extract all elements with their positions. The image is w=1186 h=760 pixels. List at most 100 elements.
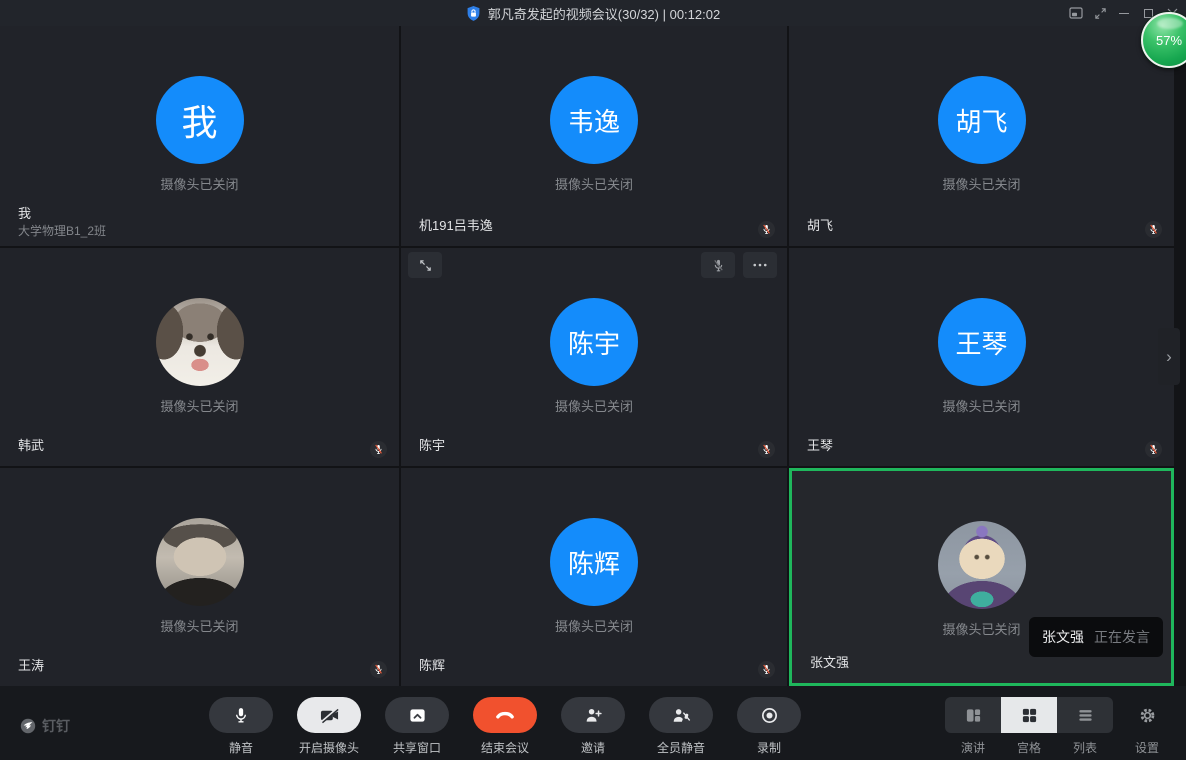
participant-name: 陈辉 — [419, 658, 445, 673]
toolbar-button-label: 共享窗口 — [393, 739, 441, 756]
nameplate: 韩武 — [18, 438, 44, 453]
participant-name: 胡飞 — [807, 218, 833, 233]
participant-name: 我 — [18, 206, 106, 221]
speaking-name: 张文强 — [1042, 627, 1084, 647]
camera-off-text: 摄像头已关闭 — [401, 616, 787, 635]
nameplate: 王琴 — [807, 438, 833, 453]
camera-off-text: 摄像头已关闭 — [0, 174, 399, 193]
participant-tile[interactable]: 摄像头已关闭 张文强 张文强正在发言 — [789, 468, 1174, 686]
camera-off-text: 摄像头已关闭 — [789, 396, 1174, 415]
mic-muted-badge — [1145, 441, 1162, 458]
participant-grid: 我 摄像头已关闭 我 大学物理B1_2班 韦逸 摄像头已关闭 机191吕韦逸 胡… — [0, 26, 1174, 686]
nameplate: 机191吕韦逸 — [419, 218, 493, 233]
avatar-initials: 胡飞 — [955, 102, 1007, 139]
nameplate: 我 大学物理B1_2班 — [18, 206, 106, 238]
pip-window-icon[interactable] — [1064, 0, 1088, 26]
mute-button[interactable]: 静音 — [209, 697, 273, 756]
participant-name: 陈宇 — [419, 438, 445, 453]
toolbar: 钉钉 静音 开启摄像头 共享窗口 结束会议邀请 全员静音 录制 演讲 宫格列表 设置 — [0, 686, 1186, 760]
camera-on-button[interactable]: 开启摄像头 — [297, 697, 361, 756]
mic-muted-badge — [758, 441, 775, 458]
brand-name: 钉钉 — [42, 716, 70, 736]
view-speaker-tab[interactable]: 演讲 — [945, 697, 1001, 756]
avatar — [938, 521, 1026, 609]
nameplate: 陈辉 — [419, 658, 445, 673]
gear-icon — [1139, 697, 1156, 733]
brand: 钉钉 — [20, 716, 70, 736]
participant-tile[interactable]: 摄像头已关闭 韩武 — [0, 248, 399, 466]
nameplate: 张文强 — [810, 655, 849, 670]
record-button[interactable]: 录制 — [737, 697, 801, 756]
mic-muted-icon — [711, 258, 726, 273]
settings-label: 设置 — [1135, 739, 1159, 756]
tile-more-button[interactable] — [743, 252, 777, 278]
camera-off-text: 摄像头已关闭 — [0, 616, 399, 635]
mic-muted-badge — [370, 441, 387, 458]
side-panel-toggle[interactable]: › — [1158, 328, 1180, 385]
mic-muted-badge — [758, 661, 775, 678]
list-view-icon — [1057, 697, 1113, 733]
participant-name: 张文强 — [810, 655, 849, 670]
speaking-tooltip: 张文强正在发言 — [1029, 617, 1163, 657]
nameplate: 王涛 — [18, 658, 44, 673]
participant-tile[interactable]: 我 摄像头已关闭 我 大学物理B1_2班 — [0, 26, 399, 246]
network-quality-value: 57% — [1156, 33, 1182, 48]
view-list-tab[interactable]: 列表 — [1057, 697, 1113, 756]
view-switcher-label: 演讲 — [961, 739, 985, 756]
mic-muted-icon — [760, 443, 773, 456]
toolbar-button-label: 邀请 — [581, 739, 605, 756]
mic-muted-badge — [1145, 221, 1162, 238]
participant-tile[interactable]: 胡飞 摄像头已关闭 胡飞 — [789, 26, 1174, 246]
camera-off-text: 摄像头已关闭 — [789, 174, 1174, 193]
mic-muted-icon — [372, 443, 385, 456]
expand-icon — [418, 258, 433, 273]
participant-tile[interactable]: 王琴 摄像头已关闭 王琴 — [789, 248, 1174, 466]
avatar-initials: 陈辉 — [568, 544, 620, 581]
avatar-initials: 陈宇 — [568, 324, 620, 361]
view-switcher: 演讲 宫格列表 — [945, 697, 1113, 756]
mic-muted-icon — [760, 223, 773, 236]
hangup-icon — [473, 697, 537, 733]
mute-all-icon — [649, 697, 713, 733]
settings-button[interactable]: 设置 — [1119, 697, 1175, 756]
record-icon — [737, 697, 801, 733]
tile-mic-button[interactable] — [701, 252, 735, 278]
avatar-initials: 我 — [181, 94, 217, 146]
participant-tile[interactable]: 韦逸 摄像头已关闭 机191吕韦逸 — [401, 26, 787, 246]
fullscreen-icon[interactable] — [1088, 0, 1112, 26]
mic-muted-icon — [760, 663, 773, 676]
participant-subtitle: 大学物理B1_2班 — [18, 224, 106, 238]
participant-tile[interactable]: 陈宇 摄像头已关闭 陈宇 — [401, 248, 787, 466]
mute-all-button[interactable]: 全员静音 — [649, 697, 713, 756]
participant-tile[interactable]: 陈辉 摄像头已关闭 陈辉 — [401, 468, 787, 686]
chevron-right-icon: › — [1166, 347, 1172, 367]
avatar-initials: 韦逸 — [568, 102, 620, 139]
avatar: 韦逸 — [550, 76, 638, 164]
camera-off-text: 摄像头已关闭 — [401, 174, 787, 193]
invite-button[interactable]: 邀请 — [561, 697, 625, 756]
avatar — [156, 518, 244, 606]
camera-off-text: 摄像头已关闭 — [0, 396, 399, 415]
view-grid-tab[interactable]: 宫格 — [1001, 697, 1057, 756]
toolbar-button-label: 录制 — [757, 739, 781, 756]
end-meeting-button[interactable]: 结束会议 — [473, 697, 537, 756]
toolbar-button-label: 开启摄像头 — [299, 739, 359, 756]
avatar: 陈宇 — [550, 298, 638, 386]
toolbar-button-label: 静音 — [229, 739, 253, 756]
view-switcher-label: 宫格 — [1017, 739, 1041, 756]
participant-name: 机191吕韦逸 — [419, 218, 493, 233]
participant-name: 王涛 — [18, 658, 44, 673]
avatar: 王琴 — [938, 298, 1026, 386]
participant-tile[interactable]: 摄像头已关闭 王涛 — [0, 468, 399, 686]
minimize-icon[interactable] — [1112, 0, 1136, 26]
grid-view-icon — [1001, 697, 1057, 733]
speaker-view-icon — [945, 697, 1001, 733]
toolbar-button-label: 全员静音 — [657, 739, 705, 756]
tile-expand-button[interactable] — [408, 252, 442, 278]
mic-icon — [209, 697, 273, 733]
camera-off-icon — [297, 697, 361, 733]
mic-muted-icon — [1147, 443, 1160, 456]
share-window-button[interactable]: 共享窗口 — [385, 697, 449, 756]
avatar: 陈辉 — [550, 518, 638, 606]
title-bar: 郭凡奇发起的视频会议(30/32) | 00:12:02 — [0, 0, 1186, 26]
